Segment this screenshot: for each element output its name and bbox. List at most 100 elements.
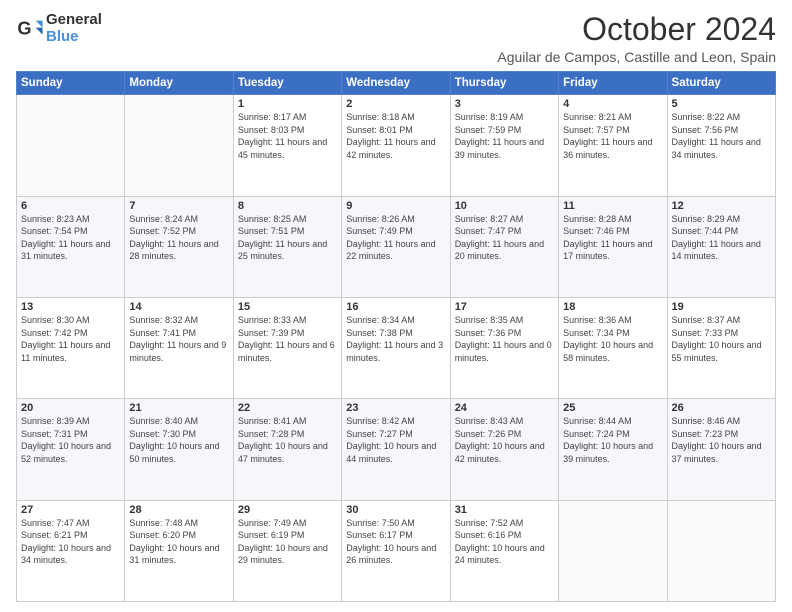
- table-row: 15Sunrise: 8:33 AMSunset: 7:39 PMDayligh…: [233, 297, 341, 398]
- table-row: 25Sunrise: 8:44 AMSunset: 7:24 PMDayligh…: [559, 399, 667, 500]
- table-row: 8Sunrise: 8:25 AMSunset: 7:51 PMDaylight…: [233, 196, 341, 297]
- day-number: 16: [346, 301, 445, 313]
- table-row: 5Sunrise: 8:22 AMSunset: 7:56 PMDaylight…: [667, 95, 775, 196]
- table-row: 11Sunrise: 8:28 AMSunset: 7:46 PMDayligh…: [559, 196, 667, 297]
- day-info: Sunrise: 8:35 AMSunset: 7:36 PMDaylight:…: [455, 314, 554, 364]
- day-number: 12: [672, 200, 771, 212]
- day-info: Sunrise: 8:44 AMSunset: 7:24 PMDaylight:…: [563, 415, 662, 465]
- calendar: Sunday Monday Tuesday Wednesday Thursday…: [16, 71, 776, 602]
- day-info: Sunrise: 8:21 AMSunset: 7:57 PMDaylight:…: [563, 111, 662, 161]
- day-number: 23: [346, 402, 445, 414]
- table-row: 9Sunrise: 8:26 AMSunset: 7:49 PMDaylight…: [342, 196, 450, 297]
- table-row: 20Sunrise: 8:39 AMSunset: 7:31 PMDayligh…: [17, 399, 125, 500]
- calendar-week-row: 20Sunrise: 8:39 AMSunset: 7:31 PMDayligh…: [17, 399, 776, 500]
- day-number: 8: [238, 200, 337, 212]
- table-row: 30Sunrise: 7:50 AMSunset: 6:17 PMDayligh…: [342, 500, 450, 601]
- day-number: 28: [129, 504, 228, 516]
- day-number: 20: [21, 402, 120, 414]
- col-tuesday: Tuesday: [233, 72, 341, 95]
- day-info: Sunrise: 8:42 AMSunset: 7:27 PMDaylight:…: [346, 415, 445, 465]
- day-info: Sunrise: 7:50 AMSunset: 6:17 PMDaylight:…: [346, 517, 445, 567]
- day-number: 3: [455, 98, 554, 110]
- day-info: Sunrise: 7:48 AMSunset: 6:20 PMDaylight:…: [129, 517, 228, 567]
- day-info: Sunrise: 7:47 AMSunset: 6:21 PMDaylight:…: [21, 517, 120, 567]
- table-row: 29Sunrise: 7:49 AMSunset: 6:19 PMDayligh…: [233, 500, 341, 601]
- svg-text:G: G: [17, 18, 31, 38]
- day-number: 19: [672, 301, 771, 313]
- day-number: 6: [21, 200, 120, 212]
- day-info: Sunrise: 8:30 AMSunset: 7:42 PMDaylight:…: [21, 314, 120, 364]
- day-info: Sunrise: 8:27 AMSunset: 7:47 PMDaylight:…: [455, 213, 554, 263]
- day-info: Sunrise: 8:17 AMSunset: 8:03 PMDaylight:…: [238, 111, 337, 161]
- table-row: 24Sunrise: 8:43 AMSunset: 7:26 PMDayligh…: [450, 399, 558, 500]
- table-row: 28Sunrise: 7:48 AMSunset: 6:20 PMDayligh…: [125, 500, 233, 601]
- table-row: 31Sunrise: 7:52 AMSunset: 6:16 PMDayligh…: [450, 500, 558, 601]
- table-row: 27Sunrise: 7:47 AMSunset: 6:21 PMDayligh…: [17, 500, 125, 601]
- table-row: 1Sunrise: 8:17 AMSunset: 8:03 PMDaylight…: [233, 95, 341, 196]
- day-number: 10: [455, 200, 554, 212]
- table-row: 23Sunrise: 8:42 AMSunset: 7:27 PMDayligh…: [342, 399, 450, 500]
- day-info: Sunrise: 7:49 AMSunset: 6:19 PMDaylight:…: [238, 517, 337, 567]
- table-row: 10Sunrise: 8:27 AMSunset: 7:47 PMDayligh…: [450, 196, 558, 297]
- logo-icon: G: [16, 15, 44, 43]
- day-number: 14: [129, 301, 228, 313]
- day-number: 30: [346, 504, 445, 516]
- logo: G General Blue: [16, 12, 102, 45]
- title-block: October 2024 Aguilar de Campos, Castille…: [497, 12, 776, 65]
- table-row: 21Sunrise: 8:40 AMSunset: 7:30 PMDayligh…: [125, 399, 233, 500]
- day-number: 17: [455, 301, 554, 313]
- calendar-week-row: 27Sunrise: 7:47 AMSunset: 6:21 PMDayligh…: [17, 500, 776, 601]
- table-row: 18Sunrise: 8:36 AMSunset: 7:34 PMDayligh…: [559, 297, 667, 398]
- logo-text: General Blue: [46, 12, 102, 45]
- table-row: 2Sunrise: 8:18 AMSunset: 8:01 PMDaylight…: [342, 95, 450, 196]
- day-info: Sunrise: 8:29 AMSunset: 7:44 PMDaylight:…: [672, 213, 771, 263]
- calendar-week-row: 13Sunrise: 8:30 AMSunset: 7:42 PMDayligh…: [17, 297, 776, 398]
- table-row: 6Sunrise: 8:23 AMSunset: 7:54 PMDaylight…: [17, 196, 125, 297]
- day-number: 22: [238, 402, 337, 414]
- day-number: 1: [238, 98, 337, 110]
- day-number: 5: [672, 98, 771, 110]
- header: G General Blue October 2024 Aguilar de C…: [16, 12, 776, 65]
- month-title: October 2024: [497, 12, 776, 47]
- col-saturday: Saturday: [667, 72, 775, 95]
- day-info: Sunrise: 8:41 AMSunset: 7:28 PMDaylight:…: [238, 415, 337, 465]
- col-friday: Friday: [559, 72, 667, 95]
- day-number: 9: [346, 200, 445, 212]
- table-row: [125, 95, 233, 196]
- table-row: 13Sunrise: 8:30 AMSunset: 7:42 PMDayligh…: [17, 297, 125, 398]
- day-info: Sunrise: 8:46 AMSunset: 7:23 PMDaylight:…: [672, 415, 771, 465]
- day-info: Sunrise: 8:36 AMSunset: 7:34 PMDaylight:…: [563, 314, 662, 364]
- col-wednesday: Wednesday: [342, 72, 450, 95]
- calendar-header-row: Sunday Monday Tuesday Wednesday Thursday…: [17, 72, 776, 95]
- day-info: Sunrise: 8:40 AMSunset: 7:30 PMDaylight:…: [129, 415, 228, 465]
- table-row: 26Sunrise: 8:46 AMSunset: 7:23 PMDayligh…: [667, 399, 775, 500]
- day-info: Sunrise: 8:33 AMSunset: 7:39 PMDaylight:…: [238, 314, 337, 364]
- col-thursday: Thursday: [450, 72, 558, 95]
- table-row: 4Sunrise: 8:21 AMSunset: 7:57 PMDaylight…: [559, 95, 667, 196]
- day-number: 21: [129, 402, 228, 414]
- table-row: 14Sunrise: 8:32 AMSunset: 7:41 PMDayligh…: [125, 297, 233, 398]
- table-row: 19Sunrise: 8:37 AMSunset: 7:33 PMDayligh…: [667, 297, 775, 398]
- table-row: 22Sunrise: 8:41 AMSunset: 7:28 PMDayligh…: [233, 399, 341, 500]
- logo-blue: Blue: [46, 29, 102, 46]
- table-row: 17Sunrise: 8:35 AMSunset: 7:36 PMDayligh…: [450, 297, 558, 398]
- table-row: 3Sunrise: 8:19 AMSunset: 7:59 PMDaylight…: [450, 95, 558, 196]
- table-row: 12Sunrise: 8:29 AMSunset: 7:44 PMDayligh…: [667, 196, 775, 297]
- day-number: 29: [238, 504, 337, 516]
- day-info: Sunrise: 8:32 AMSunset: 7:41 PMDaylight:…: [129, 314, 228, 364]
- day-info: Sunrise: 8:23 AMSunset: 7:54 PMDaylight:…: [21, 213, 120, 263]
- day-number: 31: [455, 504, 554, 516]
- table-row: [667, 500, 775, 601]
- day-number: 24: [455, 402, 554, 414]
- day-info: Sunrise: 8:28 AMSunset: 7:46 PMDaylight:…: [563, 213, 662, 263]
- day-info: Sunrise: 8:43 AMSunset: 7:26 PMDaylight:…: [455, 415, 554, 465]
- day-number: 7: [129, 200, 228, 212]
- day-info: Sunrise: 8:25 AMSunset: 7:51 PMDaylight:…: [238, 213, 337, 263]
- calendar-week-row: 1Sunrise: 8:17 AMSunset: 8:03 PMDaylight…: [17, 95, 776, 196]
- col-monday: Monday: [125, 72, 233, 95]
- day-number: 4: [563, 98, 662, 110]
- table-row: 16Sunrise: 8:34 AMSunset: 7:38 PMDayligh…: [342, 297, 450, 398]
- day-info: Sunrise: 8:24 AMSunset: 7:52 PMDaylight:…: [129, 213, 228, 263]
- table-row: [17, 95, 125, 196]
- day-number: 18: [563, 301, 662, 313]
